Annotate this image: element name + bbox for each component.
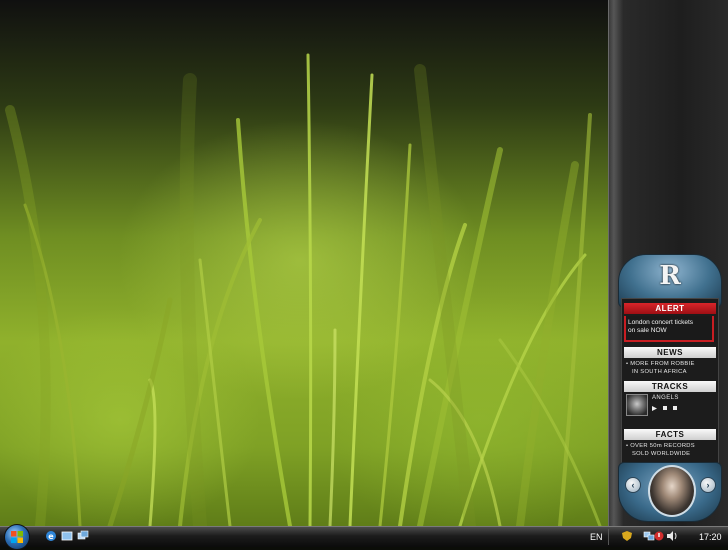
svg-text:e: e: [48, 532, 54, 541]
facts-heading: FACTS: [624, 429, 716, 440]
track-item[interactable]: ANGELS: [626, 394, 714, 416]
news-heading: NEWS: [624, 347, 716, 358]
previous-arrow-icon[interactable]: ‹: [625, 477, 641, 493]
show-desktop-icon[interactable]: [61, 530, 73, 542]
windows-logo-icon: [11, 531, 23, 543]
track-title: ANGELS: [652, 395, 679, 401]
alert-icon[interactable]: [653, 530, 665, 542]
robbie-gadget[interactable]: R ALERT London concert tickets on sale N…: [618, 254, 722, 522]
language-indicator[interactable]: EN: [590, 530, 603, 544]
news-item[interactable]: • MORE FROM ROBBIE IN SOUTH AFRICA: [626, 360, 714, 376]
facts-line-1: • OVER 50m RECORDS: [626, 443, 695, 449]
security-shield-icon[interactable]: [621, 530, 633, 542]
next-arrow-icon[interactable]: ›: [700, 477, 716, 493]
alert-heading: ALERT: [624, 303, 716, 314]
next-icon[interactable]: [673, 406, 677, 410]
alert-line-1: London concert tickets: [628, 319, 694, 326]
stop-icon[interactable]: [663, 406, 667, 410]
taskbar: e EN 17:20: [0, 524, 728, 550]
facts-item[interactable]: • OVER 50m RECORDS SOLD WORLDWIDE: [626, 442, 714, 458]
volume-icon[interactable]: [666, 530, 678, 542]
switch-windows-icon[interactable]: [77, 530, 89, 542]
internet-explorer-icon[interactable]: e: [45, 530, 57, 542]
start-button[interactable]: [4, 524, 30, 550]
play-icon[interactable]: [652, 406, 657, 411]
facts-line-2: SOLD WORLDWIDE: [632, 451, 691, 457]
robbie-logo[interactable]: R: [655, 261, 685, 291]
track-thumbnail: [626, 394, 648, 416]
news-line-2: IN SOUTH AFRICA: [632, 369, 687, 375]
gadget-body: ALERT London concert tickets on sale NOW…: [621, 298, 719, 470]
tracks-heading: TRACKS: [624, 381, 716, 392]
clock[interactable]: 17:20: [699, 530, 722, 544]
alert-box[interactable]: London concert tickets on sale NOW: [624, 316, 714, 342]
desktop-wallpaper: [0, 0, 608, 526]
news-line-1: • MORE FROM ROBBIE: [626, 361, 695, 367]
alert-line-2: on sale NOW: [628, 327, 667, 334]
tray-separator: [608, 529, 609, 545]
artist-portrait[interactable]: [648, 465, 696, 517]
gadget-footer: ‹ ›: [618, 462, 722, 522]
grass-blades: [5, 53, 602, 526]
